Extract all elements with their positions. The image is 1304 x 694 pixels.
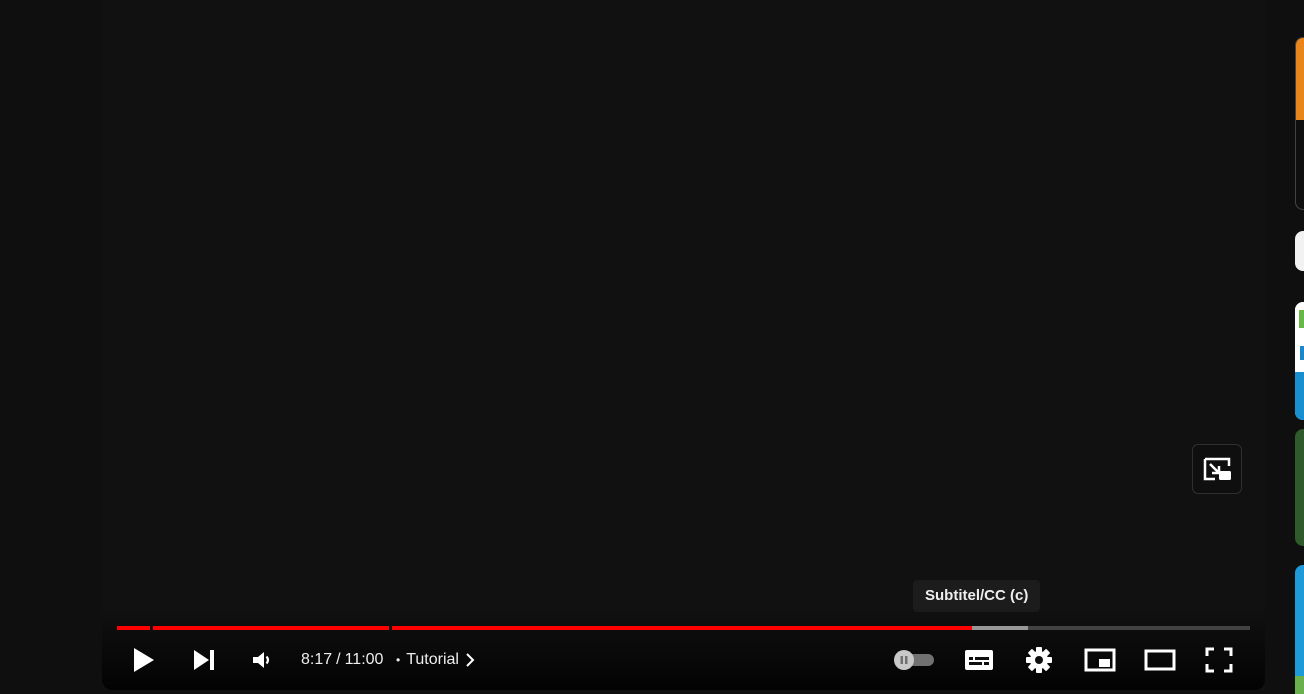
fullscreen-icon [1205,647,1233,673]
video-player[interactable]: Subtitel/CC (c) 8:17/11:00 • Tutorial [102,0,1265,694]
related-video-thumbnail[interactable] [1295,37,1304,210]
time-current: 8:17 [301,651,333,668]
chapter-bullet: • [396,653,401,667]
chapter-gap [389,625,393,631]
chapter-button[interactable]: • Tutorial [396,648,475,672]
chapter-gap [149,625,153,631]
gear-icon [1026,647,1052,673]
next-button[interactable] [188,640,220,680]
progress-bar[interactable] [117,624,1250,632]
time-separator: / [336,651,341,668]
time-total: 11:00 [344,651,384,668]
volume-icon [253,652,270,668]
progress-played [117,626,973,630]
play-button[interactable] [128,640,160,680]
theater-mode-icon [1144,649,1176,671]
chapter-label: Tutorial [406,651,459,668]
chevron-right-icon [465,653,475,667]
autoplay-knob [894,650,914,670]
related-video-thumbnail[interactable] [1295,302,1304,420]
miniplayer-button[interactable] [1082,640,1118,680]
filter-chip[interactable] [1295,231,1304,271]
time-display: 8:17/11:00 [301,648,383,672]
theater-mode-button[interactable] [1142,640,1178,680]
settings-button[interactable] [1023,640,1055,680]
play-icon [134,648,154,672]
video-surface[interactable] [102,0,1265,690]
expand-miniplayer-icon [1203,457,1231,481]
autoplay-toggle[interactable] [894,650,936,670]
skip-next-icon [194,650,214,670]
volume-button[interactable] [246,640,278,680]
fullscreen-button[interactable] [1202,640,1236,680]
pause-icon [900,656,908,664]
related-video-thumbnail[interactable] [1295,565,1304,694]
miniplayer-icon [1084,648,1116,672]
subtitles-icon [965,650,993,670]
subtitles-button[interactable] [962,640,996,680]
expand-miniplayer-button[interactable] [1192,444,1242,494]
related-video-thumbnail[interactable] [1295,429,1304,546]
